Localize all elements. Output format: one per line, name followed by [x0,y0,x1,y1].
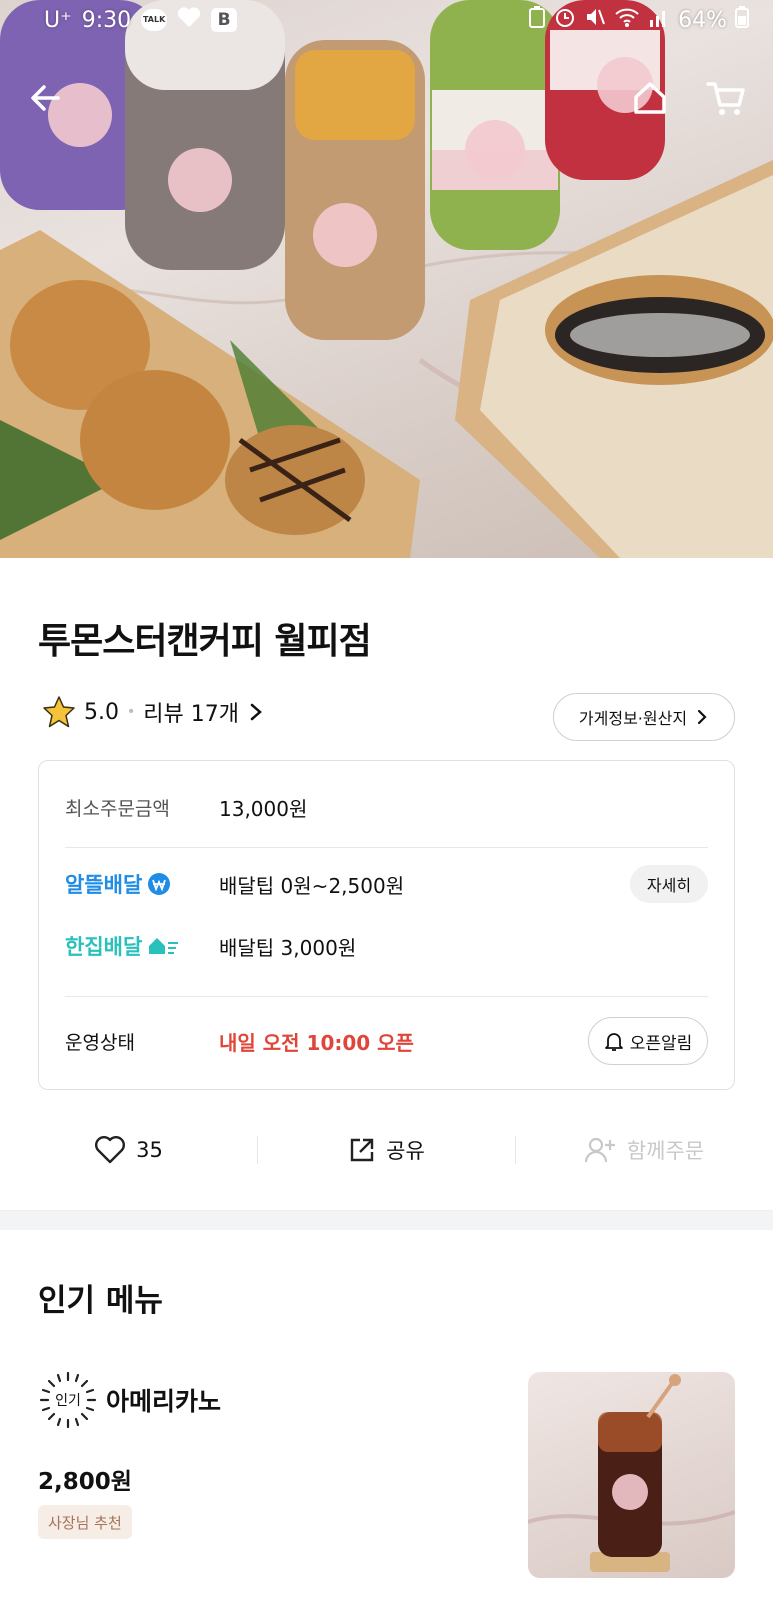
cart-button[interactable] [700,72,752,124]
store-name: 투몬스터캔커피 월피점 [38,621,372,662]
group-order-label: 함께주문 [626,1139,705,1163]
home-button[interactable] [624,72,676,124]
single-delivery-text: 한집배달 [65,935,143,959]
min-order-label: 최소주문금액 [65,798,170,820]
popular-badge-label: 인기 [55,1393,81,1409]
back-arrow-icon [31,85,60,111]
kakaotalk-icon: TALK [141,9,168,31]
share-button[interactable]: 공유 [258,1135,515,1165]
operation-status-label: 운영상태 [65,1032,135,1054]
battery-saver-icon [528,6,546,34]
add-person-icon [584,1137,615,1163]
like-button[interactable]: 35 [0,1135,257,1165]
delivery-info-card: 최소주문금액 13,000원 알뜰배달 배달팁 0원~2,500원 자세히 한집… [38,760,735,1090]
carrier-label: U⁺ [44,7,72,33]
min-order-row: 최소주문금액 13,000원 [65,793,307,822]
single-delivery-label: 한집배달 [65,931,219,961]
divider [65,847,708,848]
star-icon [43,696,75,728]
min-order-value: 13,000원 [219,797,308,821]
alarm-icon [554,6,576,34]
divider [65,996,708,997]
won-coin-icon [148,873,171,895]
menu-item[interactable]: 인기 아메리카노 2,800원 사장님 추천 [38,1370,735,1580]
operation-status-row: 운영상태 내일 오전 10:00 오픈 [65,1027,414,1056]
rating-review-link[interactable]: 5.0 • 리뷰 17개 [42,695,265,729]
battery-percent: 64% [678,7,727,33]
menu-item-name: 아메리카노 [106,1387,222,1416]
store-info-button[interactable]: 가게정보·원산지 [553,693,735,741]
owner-recommend-badge: 사장님 추천 [38,1505,132,1539]
menu-item-image [528,1372,735,1578]
bell-icon [604,1033,623,1051]
status-bar: U⁺ 9:30 TALK B 64% [0,0,773,40]
open-alarm-button[interactable]: 오픈알림 [588,1017,708,1065]
popular-badge: 인기 [38,1370,98,1430]
heart-icon [95,1136,126,1164]
review-count: 리뷰 17개 [143,702,239,727]
budget-delivery-text: 알뜰배달 [65,873,143,897]
cart-icon [706,82,745,115]
mute-icon [584,6,606,34]
budget-delivery-label: 알뜰배달 [65,869,219,899]
menu-item-price: 2,800원 [38,1469,132,1495]
share-label: 공유 [386,1139,425,1163]
rating-value: 5.0 [84,699,119,725]
share-icon [350,1138,374,1162]
back-button[interactable] [20,72,72,124]
popular-menu-title: 인기 메뉴 [38,1283,163,1319]
operation-status-value: 내일 오전 10:00 오픈 [219,1031,414,1055]
store-actions-bar: 35 공유 함께주문 [0,1120,773,1180]
chevron-right-icon [697,709,707,725]
wifi-icon [614,6,640,34]
b-app-icon: B [211,8,238,32]
delivery-option-row: 한집배달 배달팁 3,000원 [65,931,356,961]
signal-icon [648,6,670,34]
battery-icon [735,6,749,34]
clock: 9:30 [81,7,132,33]
separator-dot: • [127,704,136,720]
like-count: 35 [136,1138,163,1162]
delivery-option-row: 알뜰배달 배달팁 0원~2,500원 [65,869,404,899]
iced-americano-photo [528,1374,735,1572]
detail-button[interactable]: 자세히 [630,865,708,903]
budget-delivery-tip: 배달팁 0원~2,500원 [219,873,405,898]
group-order-button[interactable]: 함께주문 [516,1135,773,1165]
home-icon [634,82,666,114]
section-divider [0,1210,773,1230]
fast-home-icon [149,938,179,954]
store-info-label: 가게정보·원산지 [578,709,688,728]
single-delivery-tip: 배달팁 3,000원 [219,935,357,960]
chevron-right-icon [250,703,262,721]
heart-notification-icon [177,6,201,34]
open-alarm-label: 오픈알림 [629,1033,693,1054]
